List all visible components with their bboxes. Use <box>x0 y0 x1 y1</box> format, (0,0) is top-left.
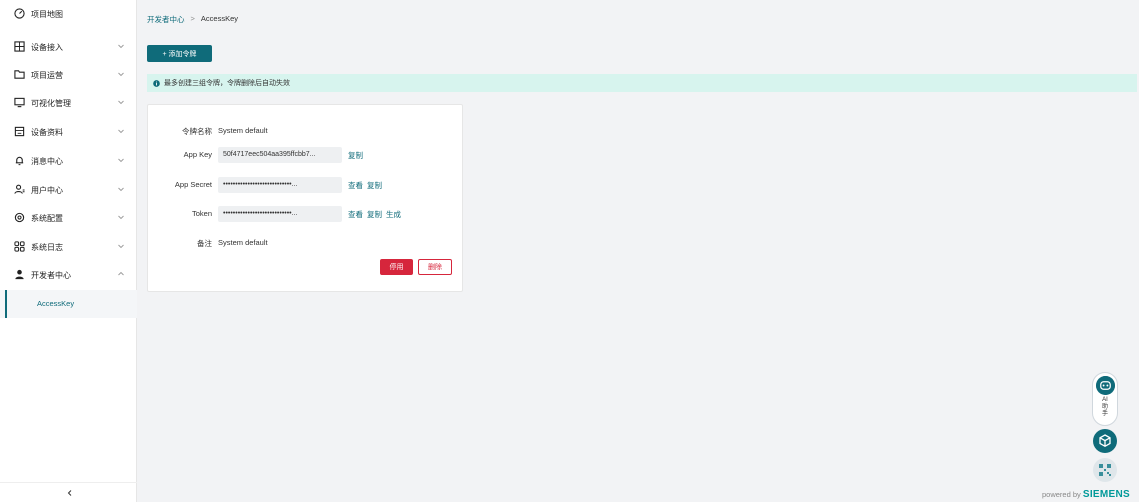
sidebar-item-message-center[interactable]: 消息中心 <box>0 147 137 175</box>
gear-icon <box>14 212 25 223</box>
qr-code-button[interactable] <box>1093 458 1117 482</box>
app-key-field: 50f4717eec504aa395ffcbb7... <box>218 147 342 163</box>
sidebar-item-label: 开发者中心 <box>31 271 71 280</box>
sidebar-item-label: 设备接入 <box>31 43 63 52</box>
chevron-down-icon <box>118 72 124 77</box>
remark-row: 备注 System default <box>148 235 464 249</box>
ai-assistant-label: AI 助 手 <box>1093 397 1117 418</box>
sidebar-item-label: 用户中心 <box>31 186 63 195</box>
sidebar-item-label: 系统配置 <box>31 214 63 223</box>
ai-label-line: AI <box>1102 397 1108 403</box>
app-secret-label: App Secret <box>174 180 212 189</box>
token-name-value: System default <box>218 126 268 135</box>
sidebar-item-label: 系统日志 <box>31 243 63 252</box>
breadcrumb-parent-link[interactable]: 开发者中心 <box>147 14 185 25</box>
dashboard-gauge-icon <box>14 8 25 19</box>
sidebar-item-system-config[interactable]: 系统配置 <box>0 204 137 232</box>
app-key-row: App Key 50f4717eec504aa395ffcbb7... 复制 <box>148 147 464 163</box>
breadcrumb-current: AccessKey <box>200 14 238 23</box>
folder-icon <box>14 70 25 79</box>
sidebar-subitem-label: AccessKey <box>37 299 75 308</box>
app-secret-field: ••••••••••••••••••••••••••••... <box>218 177 342 193</box>
sidebar-subitem-accesskey[interactable]: AccessKey <box>0 290 137 318</box>
sidebar-item-system-log[interactable]: 系统日志 <box>0 233 137 261</box>
chevron-down-icon <box>118 187 124 192</box>
info-circle-icon <box>153 79 160 87</box>
device-grid-icon <box>14 41 25 52</box>
app-key-copy-link[interactable]: 复制 <box>348 150 363 161</box>
sidebar-item-device-access[interactable]: 设备接入 <box>0 33 137 61</box>
token-card: 令牌名称 System default App Key 50f4717eec50… <box>147 104 463 292</box>
sidebar: 项目地图 设备接入 项目运营 可视化管理 设备资料 消息中心 用户中心 系统配置… <box>0 0 137 502</box>
developer-icon <box>15 269 24 280</box>
token-generate-link[interactable]: 生成 <box>386 209 401 220</box>
chevron-up-icon <box>118 271 124 276</box>
apps-grid-icon <box>14 241 25 252</box>
monitor-icon <box>14 97 25 108</box>
sidebar-item-label: 消息中心 <box>31 157 63 166</box>
siemens-logo: SIEMENS <box>1082 489 1130 500</box>
ai-assistant-button[interactable]: AI 助 手 <box>1092 372 1118 426</box>
active-indicator <box>5 290 7 318</box>
qr-code-icon <box>1099 464 1111 476</box>
sidebar-item-visualization[interactable]: 可视化管理 <box>0 89 137 117</box>
powered-by-text: powered by <box>1042 490 1081 499</box>
app-key-label: App Key <box>183 150 212 159</box>
delete-token-button[interactable]: 删除 <box>418 259 452 275</box>
cube-icon <box>1099 434 1111 448</box>
token-label: Token <box>191 209 212 218</box>
sidebar-item-developer-center[interactable]: 开发者中心 <box>0 261 137 289</box>
sidebar-item-user-center[interactable]: 用户中心 <box>0 176 137 204</box>
chevron-down-icon <box>118 129 124 134</box>
chevron-down-icon <box>118 244 124 249</box>
users-icon <box>14 184 25 194</box>
document-icon <box>14 126 25 137</box>
chevron-left-icon <box>67 490 72 496</box>
sidebar-item-project-map[interactable]: 项目地图 <box>0 0 137 28</box>
info-alert: 最多创建三组令牌，令牌删除后自动失效 <box>147 74 1137 92</box>
breadcrumb: 开发者中心 > AccessKey <box>147 14 238 25</box>
powered-by: powered by SIEMENS <box>1042 489 1130 500</box>
sidebar-collapse-button[interactable] <box>0 482 137 502</box>
remark-value: System default <box>218 238 268 247</box>
disable-token-button[interactable]: 停用 <box>380 259 413 275</box>
chevron-down-icon <box>118 44 124 49</box>
chevron-down-icon <box>118 158 124 163</box>
token-copy-link[interactable]: 复制 <box>367 209 382 220</box>
sidebar-item-label: 项目地图 <box>31 10 63 19</box>
sidebar-item-label: 可视化管理 <box>31 99 71 108</box>
cube-button[interactable] <box>1093 429 1117 453</box>
breadcrumb-separator: > <box>190 14 195 23</box>
token-name-row: 令牌名称 System default <box>148 123 464 137</box>
sidebar-item-label: 设备资料 <box>31 128 63 137</box>
token-name-label: 令牌名称 <box>182 127 212 136</box>
token-view-link[interactable]: 查看 <box>348 209 363 220</box>
robot-icon <box>1096 376 1115 395</box>
chevron-down-icon <box>118 100 124 105</box>
bell-icon <box>15 156 24 166</box>
chevron-down-icon <box>118 215 124 220</box>
app-secret-view-link[interactable]: 查看 <box>348 180 363 191</box>
sidebar-item-label: 项目运营 <box>31 71 63 80</box>
alert-text: 最多创建三组令牌，令牌删除后自动失效 <box>164 80 290 87</box>
ai-label-line: 手 <box>1101 411 1108 417</box>
add-token-button[interactable]: + 添加令牌 <box>147 45 212 62</box>
app-secret-row: App Secret ••••••••••••••••••••••••••••.… <box>148 177 464 193</box>
sidebar-item-device-docs[interactable]: 设备资料 <box>0 118 137 146</box>
token-row: Token ••••••••••••••••••••••••••••... 查看… <box>148 206 464 222</box>
token-field: ••••••••••••••••••••••••••••... <box>218 206 342 222</box>
sidebar-item-project-ops[interactable]: 项目运营 <box>0 61 137 89</box>
ai-label-line: 助 <box>1101 404 1108 410</box>
remark-label: 备注 <box>197 239 212 248</box>
app-secret-copy-link[interactable]: 复制 <box>367 180 382 191</box>
